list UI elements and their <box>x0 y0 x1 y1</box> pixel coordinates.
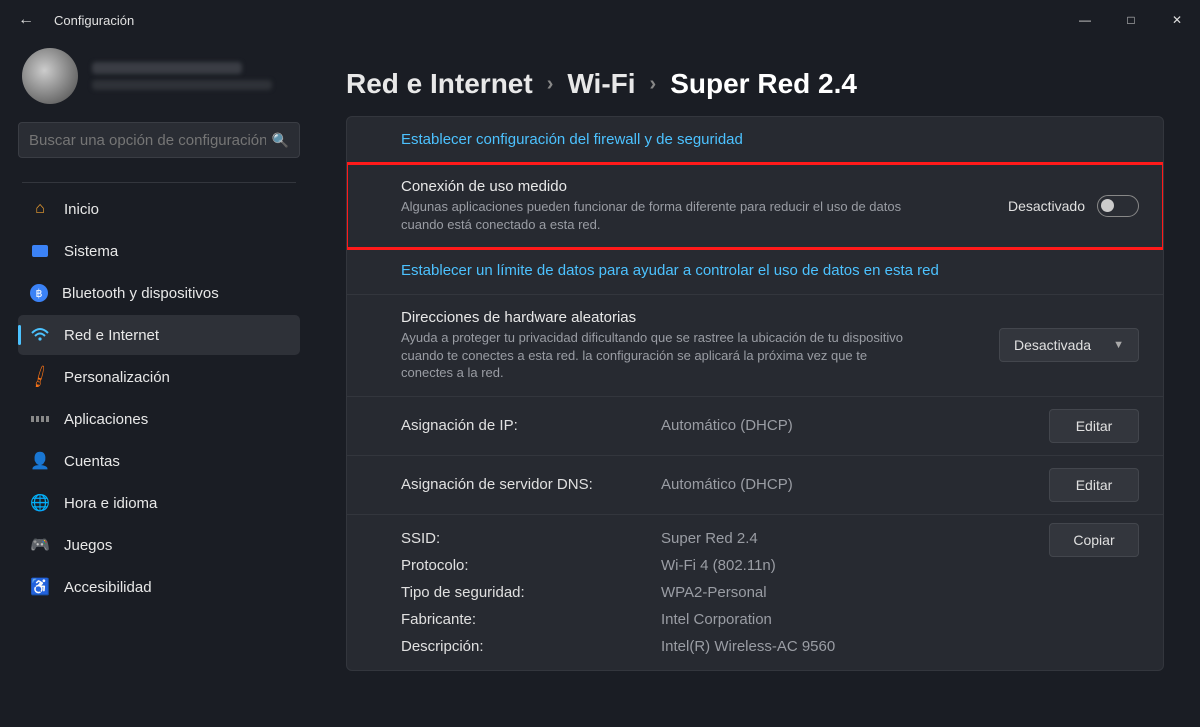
close-button[interactable]: ✕ <box>1154 4 1200 36</box>
home-icon: ⌂ <box>30 199 50 219</box>
chevron-down-icon: ▼ <box>1113 339 1124 351</box>
avatar <box>22 48 78 104</box>
sidebar-item-hora[interactable]: 🌐 Hora e idioma <box>18 483 300 523</box>
search-icon: 🔍 <box>272 132 289 149</box>
search-box[interactable]: 🔍 <box>18 122 300 158</box>
sidebar-item-sistema[interactable]: Sistema <box>18 231 300 271</box>
time-icon: 🌐 <box>30 493 50 513</box>
detail-val: Wi-Fi 4 (802.11n) <box>661 557 1049 574</box>
back-button[interactable]: ← <box>18 11 34 29</box>
chevron-right-icon: › <box>547 73 554 96</box>
random-hw-dropdown[interactable]: Desactivada ▼ <box>999 328 1139 362</box>
nav-list: ⌂ Inicio Sistema ฿ Bluetooth y dispositi… <box>18 189 300 607</box>
firewall-link[interactable]: Establecer configuración del firewall y … <box>401 131 743 148</box>
ip-value: Automático (DHCP) <box>661 417 1049 434</box>
random-hw-row: Direcciones de hardware aleatorias Ayuda… <box>347 295 1163 397</box>
brush-icon: 🖌 <box>26 363 53 390</box>
metered-toggle-state: Desactivado <box>1008 198 1085 214</box>
network-details: SSID:Super Red 2.4 Protocolo:Wi-Fi 4 (80… <box>347 515 1163 670</box>
metered-title: Conexión de uso medido <box>401 178 988 195</box>
sidebar-item-inicio[interactable]: ⌂ Inicio <box>18 189 300 229</box>
titlebar: ← Configuración — □ ✕ <box>0 0 1200 40</box>
sidebar-item-aplicaciones[interactable]: Aplicaciones <box>18 399 300 439</box>
settings-panel: Establecer configuración del firewall y … <box>346 116 1164 671</box>
detail-val: Super Red 2.4 <box>661 530 1049 547</box>
sidebar-item-label: Aplicaciones <box>64 411 148 428</box>
breadcrumb-current: Super Red 2.4 <box>670 68 857 100</box>
accessibility-icon: ♿ <box>30 577 50 597</box>
breadcrumb-red[interactable]: Red e Internet <box>346 68 533 100</box>
sidebar-item-label: Cuentas <box>64 453 120 470</box>
sidebar-item-label: Accesibilidad <box>64 579 152 596</box>
sidebar-item-label: Inicio <box>64 201 99 218</box>
breadcrumb: Red e Internet › Wi-Fi › Super Red 2.4 <box>346 68 1164 100</box>
dns-label: Asignación de servidor DNS: <box>401 476 661 493</box>
detail-val: WPA2-Personal <box>661 584 1049 601</box>
window-controls: — □ ✕ <box>1062 4 1200 36</box>
copy-button[interactable]: Copiar <box>1049 523 1139 557</box>
metered-desc: Algunas aplicaciones pueden funcionar de… <box>401 198 921 233</box>
chevron-right-icon: › <box>650 73 657 96</box>
detail-val: Intel(R) Wireless-AC 9560 <box>661 638 1049 655</box>
sidebar-item-cuentas[interactable]: 👤 Cuentas <box>18 441 300 481</box>
ip-assignment-row: Asignación de IP: Automático (DHCP) Edit… <box>347 397 1163 456</box>
sidebar-item-red[interactable]: Red e Internet <box>18 315 300 355</box>
random-hw-value: Desactivada <box>1014 337 1091 353</box>
sidebar-item-label: Juegos <box>64 537 112 554</box>
detail-key: Fabricante: <box>401 611 661 628</box>
random-hw-desc: Ayuda a proteger tu privacidad dificulta… <box>401 329 921 382</box>
detail-key: Tipo de seguridad: <box>401 584 661 601</box>
data-limit-link[interactable]: Establecer un límite de datos para ayuda… <box>401 262 939 279</box>
ip-label: Asignación de IP: <box>401 417 661 434</box>
network-icon <box>30 325 50 345</box>
sidebar-item-label: Hora e idioma <box>64 495 157 512</box>
sidebar-item-personalizacion[interactable]: 🖌 Personalización <box>18 357 300 397</box>
account-icon: 👤 <box>30 451 50 471</box>
data-limit-link-row: Establecer un límite de datos para ayuda… <box>347 248 1163 295</box>
system-icon <box>30 241 50 261</box>
user-profile[interactable] <box>18 48 300 104</box>
maximize-button[interactable]: □ <box>1108 4 1154 36</box>
sidebar: 🔍 ⌂ Inicio Sistema ฿ Bluetooth y disposi… <box>0 40 310 727</box>
apps-icon <box>30 409 50 429</box>
sidebar-item-label: Red e Internet <box>64 327 159 344</box>
sidebar-item-accesibilidad[interactable]: ♿ Accesibilidad <box>18 567 300 607</box>
dns-assignment-row: Asignación de servidor DNS: Automático (… <box>347 456 1163 515</box>
sidebar-item-label: Sistema <box>64 243 118 260</box>
minimize-button[interactable]: — <box>1062 4 1108 36</box>
bluetooth-icon: ฿ <box>30 284 48 302</box>
sidebar-item-label: Personalización <box>64 369 170 386</box>
random-hw-title: Direcciones de hardware aleatorias <box>401 309 979 326</box>
detail-key: Protocolo: <box>401 557 661 574</box>
breadcrumb-wifi[interactable]: Wi-Fi <box>567 68 635 100</box>
sidebar-item-juegos[interactable]: 🎮 Juegos <box>18 525 300 565</box>
search-input[interactable] <box>29 132 266 149</box>
content-area: Red e Internet › Wi-Fi › Super Red 2.4 E… <box>310 40 1200 727</box>
metered-toggle[interactable] <box>1097 195 1139 217</box>
ip-edit-button[interactable]: Editar <box>1049 409 1139 443</box>
dns-edit-button[interactable]: Editar <box>1049 468 1139 502</box>
metered-connection-row: Conexión de uso medido Algunas aplicacio… <box>347 164 1163 248</box>
profile-text <box>92 62 272 90</box>
app-title: Configuración <box>54 13 134 28</box>
sidebar-item-bluetooth[interactable]: ฿ Bluetooth y dispositivos <box>18 273 300 313</box>
firewall-link-row: Establecer configuración del firewall y … <box>347 117 1163 164</box>
detail-key: Descripción: <box>401 638 661 655</box>
detail-key: SSID: <box>401 530 661 547</box>
dns-value: Automático (DHCP) <box>661 476 1049 493</box>
games-icon: 🎮 <box>30 535 50 555</box>
detail-val: Intel Corporation <box>661 611 1049 628</box>
sidebar-item-label: Bluetooth y dispositivos <box>62 285 219 302</box>
